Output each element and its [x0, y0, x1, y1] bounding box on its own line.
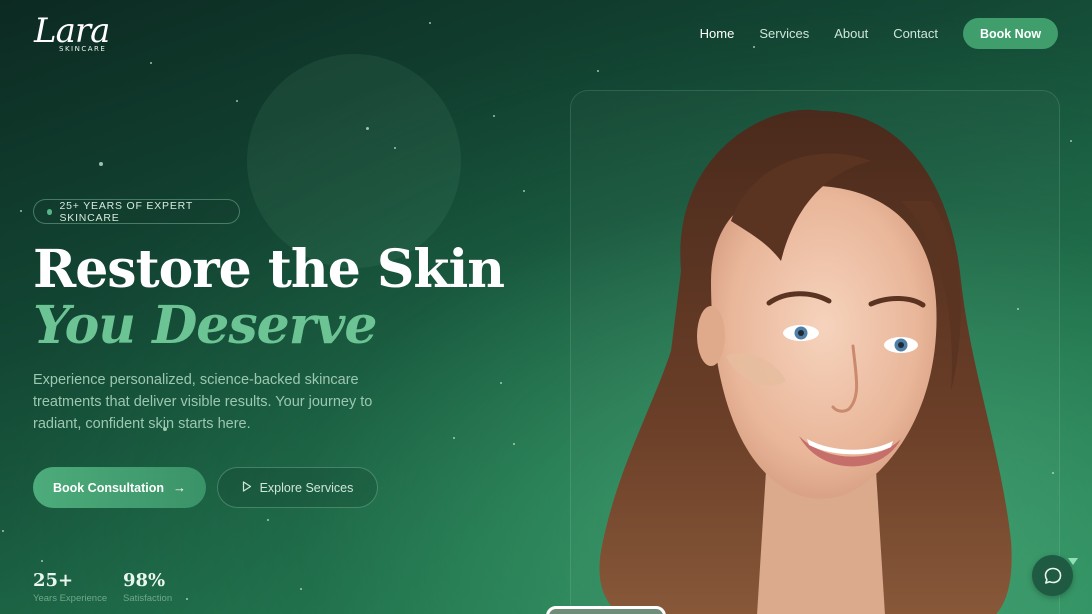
- chat-notification-marker: [1068, 558, 1078, 565]
- stat-label: Satisfaction: [123, 593, 173, 604]
- nav-link-about[interactable]: About: [834, 19, 868, 49]
- nav-link-contact[interactable]: Contact: [893, 19, 938, 49]
- main-nav: Home Services About Contact Book Now: [675, 18, 1058, 49]
- stat-satisfaction: 98% Satisfaction: [123, 569, 172, 605]
- arrow-right-icon: →: [173, 480, 187, 495]
- badge-dot-icon: [47, 208, 53, 215]
- brand-logo-subtitle: SKINCARE: [59, 45, 107, 53]
- nav-link-home[interactable]: Home: [700, 19, 735, 49]
- model-portrait-image: [599, 109, 1012, 614]
- book-consultation-button[interactable]: Book Consultation →: [33, 467, 206, 508]
- experience-badge: 25+ YEARS OF EXPERT SKINCARE: [33, 199, 240, 224]
- explore-services-button[interactable]: Explore Services: [217, 467, 378, 508]
- hero-description: Experience personalized, science-backed …: [33, 372, 373, 432]
- chat-button[interactable]: [1032, 555, 1073, 596]
- chat-bubble-icon: [1044, 567, 1061, 584]
- stat-label: Years Experience: [33, 593, 108, 604]
- stat-value: 25+: [33, 570, 74, 591]
- gallery-thumbnail[interactable]: [546, 606, 666, 614]
- book-consultation-label: Book Consultation: [52, 480, 165, 495]
- brand-logo[interactable]: Lara SKINCARE: [34, 12, 114, 56]
- book-now-button[interactable]: Book Now: [963, 18, 1058, 49]
- play-icon: [242, 480, 252, 495]
- hero-title-accent: You Deserve: [33, 295, 377, 356]
- badge-text: 25+ YEARS OF EXPERT SKINCARE: [59, 199, 193, 224]
- explore-services-label: Explore Services: [259, 480, 354, 495]
- stat-years: 25+ Years Experience: [33, 569, 107, 605]
- nav-link-services[interactable]: Services: [759, 19, 809, 49]
- stat-value: 98%: [123, 570, 166, 591]
- hero-image-card: [570, 90, 1060, 614]
